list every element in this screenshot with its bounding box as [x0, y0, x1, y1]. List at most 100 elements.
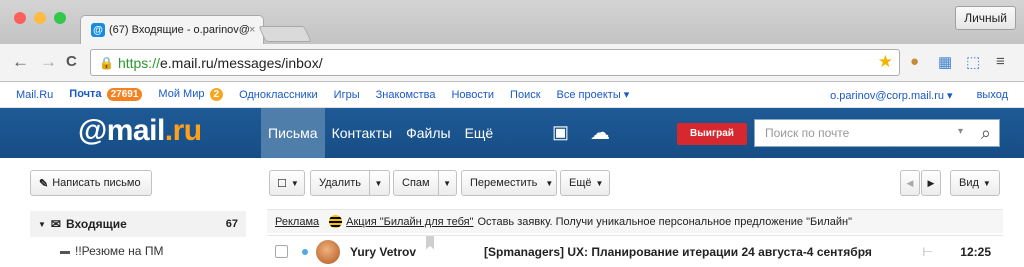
portal-link-all-projects[interactable]: Все проекты ▾ [557, 88, 630, 101]
unread-dot-icon[interactable] [302, 248, 308, 255]
delete-button[interactable]: Удалить ▼ [310, 170, 390, 196]
collapse-arrow-icon[interactable]: ▼ [38, 220, 46, 229]
folder-inbox[interactable]: ▼ ✉ Входящие 67 [30, 211, 246, 237]
move-button[interactable]: Переместить ▼ [461, 170, 557, 196]
chevron-down-icon: ▼ [982, 178, 991, 188]
more-label: Ещё [569, 177, 592, 189]
delete-label: Удалить [319, 177, 361, 189]
reload-icon[interactable]: C [66, 51, 77, 73]
nav-files[interactable]: Файлы [399, 108, 457, 158]
message-sender: Yury Vetrov [350, 244, 417, 259]
search-options-icon[interactable]: ▾ [958, 126, 963, 137]
maximize-window-button[interactable] [54, 12, 66, 24]
portal-link-mymir[interactable]: Мой Мир 2 [158, 88, 224, 101]
main-nav: Письма Контакты Файлы Ещё [261, 108, 500, 158]
chevron-down-icon: ▼ [545, 178, 554, 188]
mail-action-bar: ✎ Написать письмо ☐ ▼ Удалить ▼ Спам ▼ П… [0, 158, 1024, 204]
portal-link-dating[interactable]: Знакомства [376, 89, 436, 101]
mail-list: Реклама Акция "Билайн для тебя" Оставь з… [262, 204, 1024, 267]
tab-title: (67) Входящие - o.parinov@ [109, 24, 249, 36]
forward-icon[interactable]: → [40, 51, 57, 73]
avatar [316, 239, 340, 264]
envelope-icon: ✉ [50, 217, 61, 231]
select-all-checkbox[interactable]: ☐ ▼ [269, 170, 305, 196]
url-path: e.mail.ru/messages/inbox/ [159, 54, 323, 71]
folder-inbox-label: Входящие [65, 217, 127, 231]
spam-button[interactable]: Спам ▼ [393, 170, 457, 196]
portal-link-games[interactable]: Игры [334, 89, 360, 101]
portal-link-news[interactable]: Новости [451, 89, 494, 101]
spam-label: Спам [402, 177, 430, 189]
browser-tab[interactable]: @ (67) Входящие - o.parinov@ × [80, 15, 264, 44]
portal-link-mailru[interactable]: Mail.Ru [16, 89, 53, 101]
mail-header: @mail.ru Письма Контакты Файлы Ещё ▣ ☁ В… [0, 108, 1024, 158]
more-button[interactable]: Ещё ▼ [560, 170, 610, 196]
address-bar[interactable]: 🔒 https:// e.mail.ru/messages/inbox/ ★ [90, 49, 900, 76]
url-scheme: https:// [117, 54, 160, 71]
inbox-unread-count: 67 [225, 218, 238, 230]
attachment-icon: ⊢ [922, 244, 933, 259]
folder-resume[interactable]: ▬ !!Резюме на ПМ [30, 238, 246, 264]
portal-link-mymir-label: Мой Мир [158, 88, 205, 100]
next-page-button[interactable]: ▶ [921, 170, 941, 196]
search-icon[interactable]: ⌕ [981, 123, 991, 144]
chevron-down-icon: ▼ [290, 178, 299, 188]
back-icon[interactable]: ← [12, 51, 29, 73]
search-input[interactable]: Поиск по почте ▾ ⌕ [754, 119, 1000, 147]
message-subject: [Spmanagers] UX: Планирование итерации 2… [484, 244, 872, 259]
bookmark-star-icon[interactable]: ★ [878, 52, 893, 72]
menu-icon[interactable]: ≡ [996, 53, 1005, 70]
close-window-button[interactable] [14, 12, 26, 24]
portal-link-search[interactable]: Поиск [510, 89, 540, 101]
move-label: Переместить [470, 177, 538, 189]
view-button[interactable]: Вид ▼ [950, 170, 1000, 196]
screenshot-extension-icon[interactable]: ⬚ [966, 53, 980, 71]
calendar-icon[interactable]: ▣ [552, 122, 569, 143]
compose-pencil-icon: ✎ [39, 177, 49, 190]
nav-contacts[interactable]: Контакты [325, 108, 399, 158]
chevron-down-icon[interactable]: ▼ [437, 171, 456, 195]
mail-count-badge: 27691 [106, 88, 143, 101]
portal-link-mail[interactable]: Почта 27691 [69, 88, 143, 101]
view-label: Вид [959, 177, 979, 189]
folder-icon: ▬ [60, 245, 70, 257]
compose-button[interactable]: ✎ Написать письмо [30, 170, 152, 196]
logo-main: @mail [78, 114, 165, 147]
chevron-down-icon: ▼ [595, 178, 604, 188]
message-row[interactable]: Yury Vetrov [Spmanagers] UX: Планировани… [267, 235, 1003, 267]
new-tab-button[interactable] [258, 26, 312, 42]
mail-favicon-icon: @ [91, 23, 105, 37]
promo-row[interactable]: Реклама Акция "Билайн для тебя" Оставь з… [267, 209, 1003, 233]
folder-resume-label: !!Резюме на ПМ [75, 244, 164, 258]
nav-letters[interactable]: Письма [261, 108, 325, 158]
promo-link[interactable]: Акция "Билайн для тебя" [346, 216, 473, 228]
nav-more[interactable]: Ещё [458, 108, 501, 158]
mailru-logo[interactable]: @mail.ru [78, 114, 202, 148]
minimize-window-button[interactable] [34, 12, 46, 24]
compose-label: Написать письмо [52, 177, 141, 189]
prev-page-button[interactable]: ◀ [900, 170, 920, 196]
calendar-extension-icon[interactable]: ▦ [938, 53, 952, 71]
beeline-logo-icon [329, 215, 343, 228]
browser-toolbar: ← → C 🔒 https:// e.mail.ru/messages/inbo… [0, 44, 1024, 82]
message-checkbox[interactable] [275, 245, 288, 258]
portal-link-mail-label: Почта [69, 88, 102, 100]
message-time: 12:25 [960, 244, 991, 259]
win-button[interactable]: Выиграй [677, 123, 747, 145]
account-area: o.parinov@corp.mail.ru ▾ выход [806, 82, 1008, 108]
promo-text: Оставь заявку. Получи уникальное персона… [477, 215, 853, 228]
checkbox-icon: ☐ [277, 177, 287, 190]
chevron-down-icon[interactable]: ▼ [369, 171, 387, 195]
mymir-count-badge: 2 [209, 88, 224, 101]
portal-link-ok[interactable]: Одноклассники [239, 89, 318, 101]
account-menu[interactable]: o.parinov@corp.mail.ru ▾ [830, 89, 952, 102]
search-placeholder: Поиск по почте [765, 126, 850, 140]
portal-bar: Mail.Ru Почта 27691 Мой Мир 2 Одноклассн… [0, 82, 1024, 108]
logo-ru: .ru [164, 114, 202, 147]
ad-label[interactable]: Реклама [275, 216, 319, 228]
cookie-extension-icon[interactable]: ● [910, 53, 919, 70]
cloud-icon[interactable]: ☁ [590, 120, 610, 145]
folder-sidebar: ▼ ✉ Входящие 67 ▬ !!Резюме на ПМ [0, 204, 262, 267]
profile-button[interactable]: Личный [955, 6, 1016, 30]
logout-link[interactable]: выход [977, 89, 1008, 101]
